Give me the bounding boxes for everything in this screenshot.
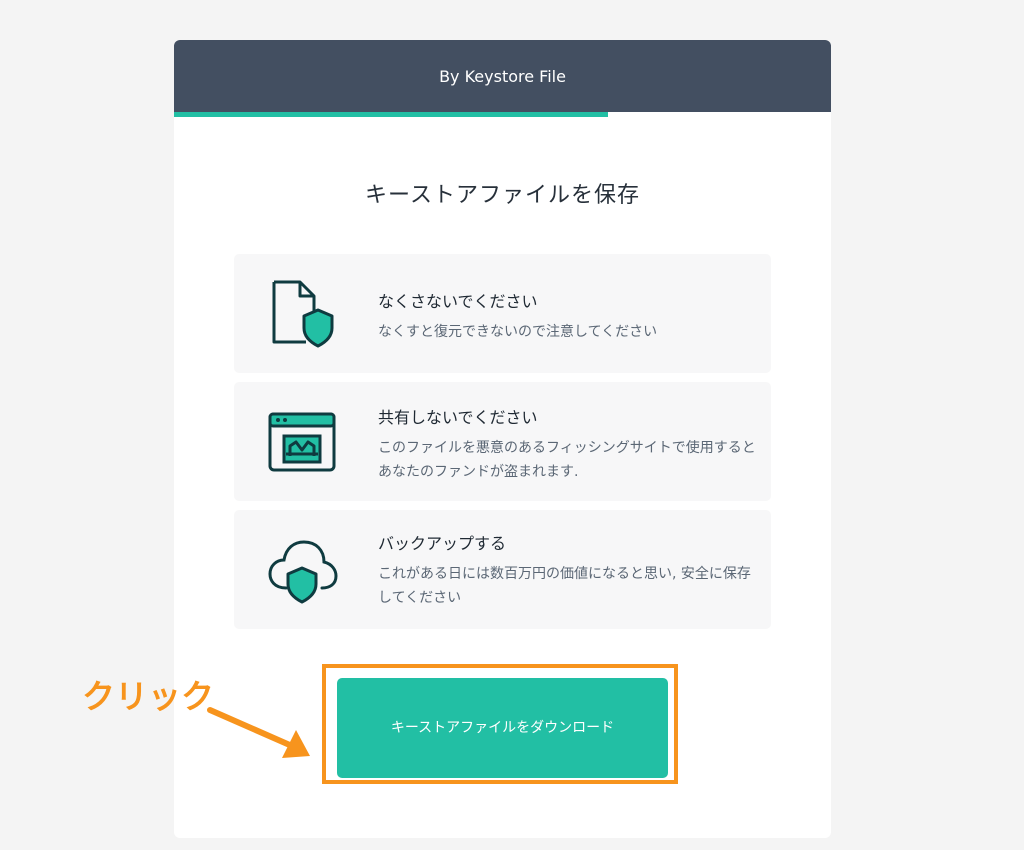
cloud-shield-icon xyxy=(268,540,338,604)
notes-list: なくさないでください なくすと復元できないので注意してください 共有しないでくだ… xyxy=(234,254,771,638)
download-button-label: キーストアファイルをダウンロード xyxy=(390,719,615,736)
note-title: 共有しないでください xyxy=(378,408,538,427)
download-keystore-button[interactable]: キーストアファイルをダウンロード xyxy=(337,678,668,778)
click-annotation-label: クリック xyxy=(82,677,214,716)
header-title: By Keystore File xyxy=(439,66,566,86)
note-text: 共有しないでください このファイルを悪意のあるフィッシングサイトで使用するとあな… xyxy=(378,404,758,484)
note-item: バックアップする これがある日には数百万円の価値になると思い, 安全に保存してく… xyxy=(234,510,771,629)
note-item: なくさないでください なくすと復元できないので注意してください xyxy=(234,254,771,373)
file-shield-icon xyxy=(272,280,334,348)
note-title: なくさないでください xyxy=(378,292,538,311)
note-description: なくすと復元できないので注意してください xyxy=(378,324,658,340)
progress-fill xyxy=(174,112,608,117)
note-text: なくさないでください なくすと復元できないので注意してください xyxy=(378,288,758,344)
phishing-window-icon xyxy=(268,412,336,472)
card-header: By Keystore File xyxy=(174,40,831,112)
note-text: バックアップする これがある日には数百万円の価値になると思い, 安全に保存してく… xyxy=(378,530,758,610)
note-title: バックアップする xyxy=(378,534,507,553)
progress-bar xyxy=(174,112,831,117)
page-title: キーストアファイルを保存 xyxy=(365,183,640,208)
note-description: これがある日には数百万円の価値になると思い, 安全に保存してください xyxy=(378,566,751,606)
note-item: 共有しないでください このファイルを悪意のあるフィッシングサイトで使用するとあな… xyxy=(234,382,771,501)
pointer-arrow-icon xyxy=(207,707,310,758)
note-description: このファイルを悪意のあるフィッシングサイトで使用するとあなたのファンドが盗まれま… xyxy=(378,440,756,480)
